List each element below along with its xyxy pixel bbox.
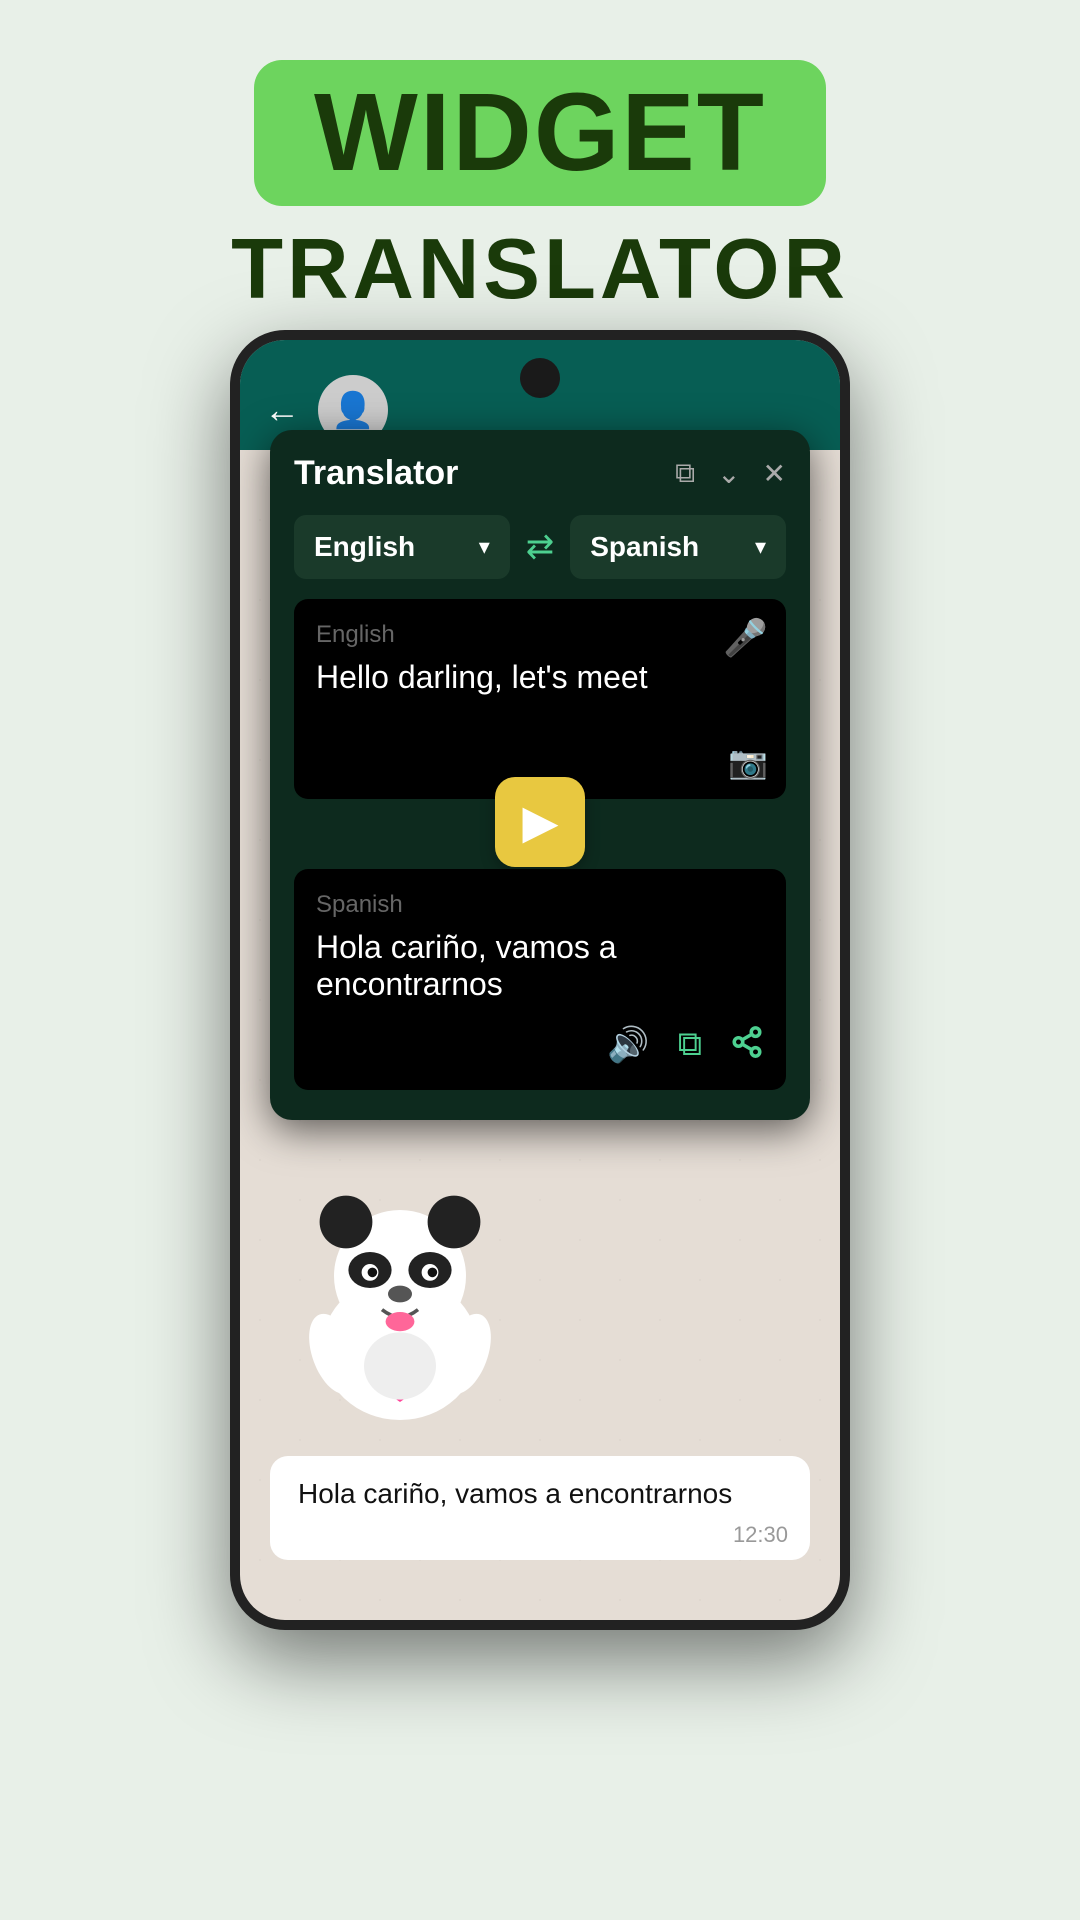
source-dropdown-arrow: ▾ [479,534,490,560]
widget-header: Translator ⧉ ⌄ ✕ [294,454,786,493]
widget-title-label: Translator [294,454,458,493]
translate-button-wrapper: ▶ [294,777,786,867]
chat-bubble: Hola cariño, vamos a encontrarnos 12:30 [270,1456,810,1560]
panda-sticker [280,1180,520,1420]
speaker-icon[interactable]: 🔊 [607,1025,649,1068]
language-selector-row: English ▾ ⇄ Spanish ▾ [294,515,786,579]
chat-message-text: Hola cariño, vamos a encontrarnos [298,1478,732,1509]
output-text-area: Spanish Hola cariño, vamos a encontrarno… [294,869,786,1090]
title-area: WIDGET TRANSLATOR [0,0,1080,319]
widget-title: WIDGET [314,71,766,194]
output-actions-row: 🔊 ⧉ [316,1025,764,1068]
copy-output-icon[interactable]: ⧉ [678,1025,702,1068]
microphone-icon[interactable]: 🎤 [723,617,768,659]
target-dropdown-arrow: ▾ [755,534,766,560]
phone-wrapper: ← 👤 [200,330,880,1680]
chat-timestamp: 12:30 [733,1522,788,1548]
share-icon[interactable] [730,1025,764,1068]
minimize-icon[interactable]: ⌄ [717,457,740,490]
widget-badge: WIDGET [254,60,826,206]
source-language-label: English [314,531,415,563]
copy-widget-icon[interactable]: ⧉ [675,457,695,490]
source-language-select[interactable]: English ▾ [294,515,510,579]
input-text-area: English Hello darling, let's meet 🎤 📷 [294,599,786,799]
swap-icon: ⇄ [526,527,555,567]
target-language-select[interactable]: Spanish ▾ [570,515,786,579]
translator-widget: Translator ⧉ ⌄ ✕ English ▾ ⇄ Spanish [270,430,810,1120]
camera-icon[interactable]: 📷 [728,743,768,781]
widget-controls: ⧉ ⌄ ✕ [675,457,786,490]
input-text[interactable]: Hello darling, let's meet [316,659,764,696]
target-language-label: Spanish [590,531,699,563]
phone-frame: ← 👤 [230,330,850,1630]
input-area-label: English [316,621,764,649]
camera-notch [520,358,560,398]
output-area-label: Spanish [316,891,764,919]
translator-subtitle: TRANSLATOR [231,221,849,319]
translate-arrow-icon: ▶ [523,797,557,848]
close-icon[interactable]: ✕ [763,457,786,490]
back-arrow-icon[interactable]: ← [264,389,300,431]
output-text: Hola cariño, vamos a encontrarnos [316,929,764,1003]
translate-button[interactable]: ▶ [495,777,585,867]
swap-languages-button[interactable]: ⇄ [526,527,555,567]
